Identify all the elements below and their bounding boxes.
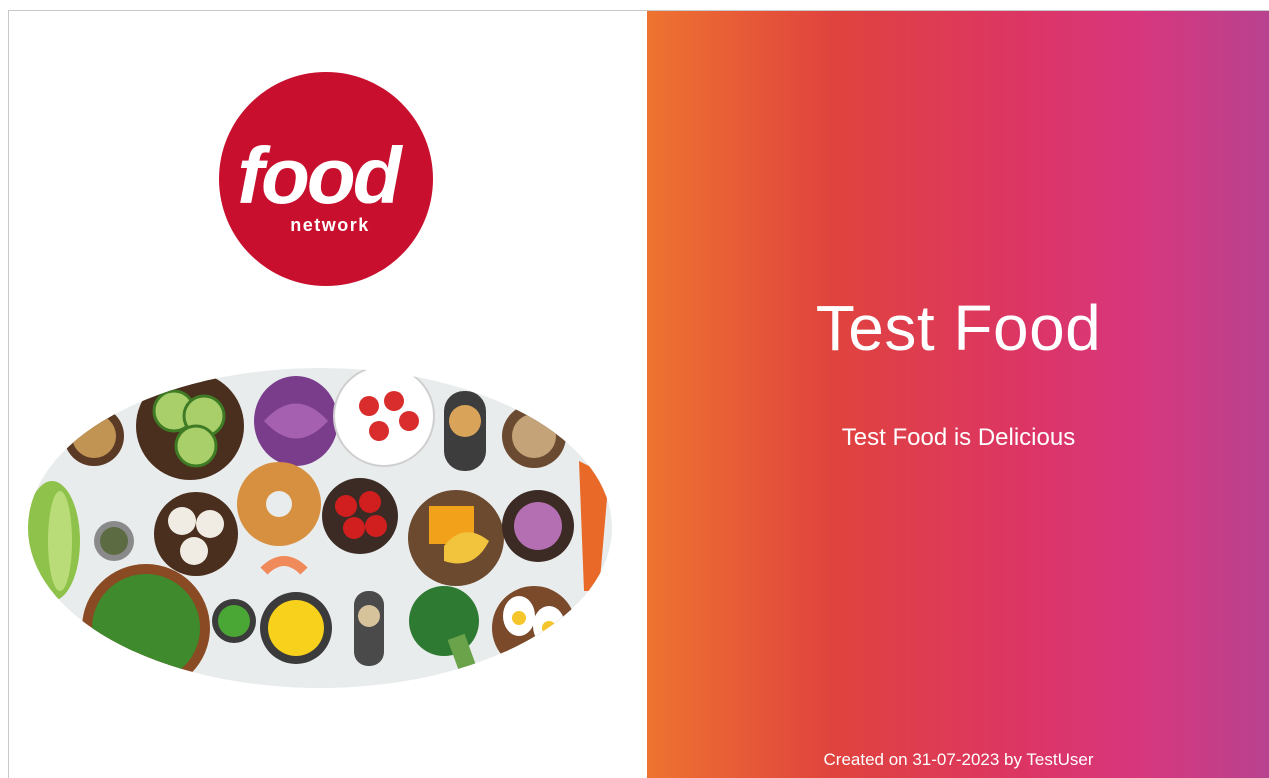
title-panel: Test Food Test Food is Delicious Created… — [647, 11, 1269, 778]
logo-subword: network — [290, 215, 370, 235]
slide-title: Test Food — [815, 292, 1102, 364]
food-collage-image — [28, 368, 612, 688]
food-network-logo: food network — [219, 72, 433, 286]
left-panel: food network — [9, 11, 647, 778]
slide-subtitle: Test Food is Delicious — [841, 424, 1076, 451]
slide: food network Test Food Test Food is Deli… — [8, 10, 1269, 778]
logo-word: food — [237, 131, 403, 220]
created-footer: Created on 31-07-2023 by TestUser — [823, 750, 1094, 769]
